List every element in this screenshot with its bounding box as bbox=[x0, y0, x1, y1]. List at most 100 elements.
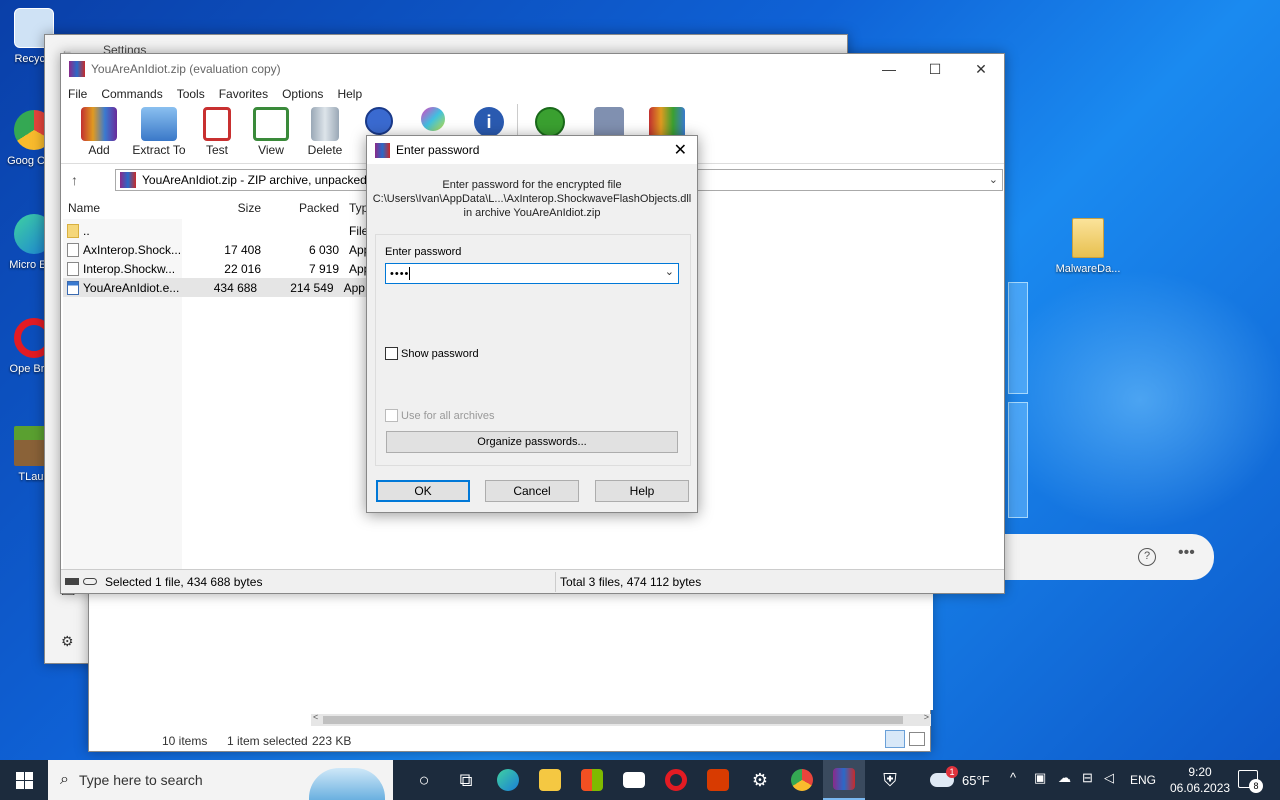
find-icon bbox=[365, 107, 393, 135]
file-packed: 214 549 bbox=[290, 280, 334, 295]
dialog-close-icon[interactable]: ✕ bbox=[674, 140, 687, 160]
taskbar-chrome[interactable] bbox=[781, 760, 823, 800]
cancel-button[interactable]: Cancel bbox=[485, 480, 579, 502]
info-button[interactable]: i bbox=[461, 104, 517, 139]
task-view-icon[interactable]: ⧉ bbox=[445, 760, 487, 800]
wizard-button[interactable] bbox=[405, 104, 461, 133]
edge-icon bbox=[497, 769, 519, 791]
menu-commands[interactable]: Commands bbox=[94, 87, 169, 101]
start-button[interactable] bbox=[0, 760, 48, 800]
delete-label: Delete bbox=[307, 143, 343, 157]
up-folder-icon[interactable]: ↑ bbox=[71, 172, 78, 188]
password-label: Enter password bbox=[385, 246, 462, 258]
file-row[interactable]: AxInterop.Shock... 17 408 6 030 App bbox=[63, 240, 379, 259]
menu-file[interactable]: File bbox=[61, 87, 94, 101]
taskbar-office[interactable] bbox=[697, 760, 739, 800]
maximize-button[interactable]: ☐ bbox=[912, 54, 958, 84]
dialog-app-icon bbox=[375, 142, 390, 158]
find-button[interactable] bbox=[353, 104, 405, 137]
help-icon[interactable]: ? bbox=[1138, 548, 1156, 566]
column-packed[interactable]: Packed bbox=[261, 201, 339, 215]
file-size: 22 016 bbox=[224, 261, 261, 276]
show-password-checkbox[interactable]: Show password bbox=[385, 347, 479, 360]
desktop-icon-label: MalwareDa... bbox=[1055, 263, 1121, 275]
meet-now-icon[interactable]: ▣ bbox=[1034, 770, 1046, 786]
scroll-right-icon[interactable]: > bbox=[924, 712, 929, 722]
file-packed: 7 919 bbox=[308, 261, 339, 276]
key-icon bbox=[83, 578, 97, 585]
organize-passwords-button[interactable]: Organize passwords... bbox=[386, 431, 678, 453]
close-button[interactable]: ✕ bbox=[958, 54, 1004, 84]
search-highlight-image bbox=[309, 768, 385, 800]
weather-widget[interactable]: 1 65°F bbox=[930, 760, 990, 800]
taskbar-settings[interactable]: ⚙ bbox=[739, 760, 781, 800]
virus-scan-button[interactable] bbox=[517, 104, 581, 139]
view-button[interactable]: View bbox=[245, 104, 297, 157]
menu-tools[interactable]: Tools bbox=[170, 87, 212, 101]
scroll-left-icon[interactable]: < bbox=[313, 712, 318, 722]
password-input[interactable]: •••• ⌄ bbox=[385, 263, 679, 284]
password-dropdown-icon[interactable]: ⌄ bbox=[665, 265, 674, 278]
folder-icon bbox=[1072, 218, 1104, 258]
menu-options[interactable]: Options bbox=[275, 87, 330, 101]
clock-date: 06.06.2023 bbox=[1170, 781, 1231, 795]
extract-to-button[interactable]: Extract To bbox=[129, 104, 189, 157]
taskbar-mail[interactable] bbox=[613, 760, 655, 800]
use-for-all-checkbox[interactable]: Use for all archives bbox=[385, 409, 495, 422]
test-icon bbox=[203, 107, 231, 141]
winrar-title: YouAreAnIdiot.zip (evaluation copy) bbox=[91, 62, 281, 76]
volume-icon[interactable]: ◁ bbox=[1104, 770, 1114, 786]
horizontal-scrollbar[interactable]: < > bbox=[311, 712, 931, 726]
address-dropdown-icon[interactable]: ⌄ bbox=[989, 173, 998, 186]
ok-button[interactable]: OK bbox=[376, 480, 470, 502]
more-icon[interactable]: ••• bbox=[1178, 544, 1195, 562]
file-name: YouAreAnIdiot.e... bbox=[83, 280, 180, 295]
wizard-icon bbox=[421, 107, 445, 131]
taskbar-store[interactable] bbox=[571, 760, 613, 800]
minimize-button[interactable]: — bbox=[866, 54, 912, 84]
menu-favorites[interactable]: Favorites bbox=[212, 87, 275, 101]
add-button[interactable]: Add bbox=[69, 104, 129, 157]
extract-to-label: Extract To bbox=[132, 143, 186, 157]
add-label: Add bbox=[88, 143, 110, 157]
virus-scan-icon bbox=[534, 107, 565, 137]
task-view-cortana-icon[interactable]: ○ bbox=[403, 760, 445, 800]
winrar-app-icon bbox=[69, 61, 85, 77]
taskbar-file-explorer[interactable] bbox=[529, 760, 571, 800]
desktop-icon-malware-folder[interactable]: MalwareDa... bbox=[1052, 218, 1124, 276]
column-name[interactable]: Name bbox=[63, 201, 183, 215]
tiles-view-icon[interactable] bbox=[909, 732, 925, 746]
column-size[interactable]: Size bbox=[183, 201, 261, 215]
taskbar-opera[interactable] bbox=[655, 760, 697, 800]
onedrive-icon[interactable]: ☁ bbox=[1058, 770, 1071, 786]
show-password-label: Show password bbox=[401, 347, 479, 360]
file-row[interactable]: Interop.Shockw... 22 016 7 919 App bbox=[63, 259, 379, 278]
clock[interactable]: 9:20 06.06.2023 bbox=[1170, 764, 1230, 796]
use-for-all-label: Use for all archives bbox=[401, 409, 495, 422]
language-indicator[interactable]: ENG bbox=[1130, 773, 1156, 787]
details-view-icon[interactable] bbox=[885, 730, 905, 748]
taskbar-edge[interactable] bbox=[487, 760, 529, 800]
network-icon[interactable]: ⊟ bbox=[1082, 770, 1093, 786]
scrollbar-thumb[interactable] bbox=[323, 716, 903, 724]
notification-center-icon[interactable]: 8 bbox=[1238, 770, 1263, 793]
menu-help[interactable]: Help bbox=[330, 87, 369, 101]
search-box[interactable]: ⌕ Type here to search bbox=[48, 760, 393, 800]
drive-icon bbox=[65, 578, 79, 585]
taskbar-security[interactable]: ⛨ bbox=[869, 760, 911, 800]
taskbar-winrar[interactable] bbox=[823, 760, 865, 800]
delete-button[interactable]: Delete bbox=[297, 104, 353, 157]
help-button[interactable]: Help bbox=[595, 480, 689, 502]
file-row[interactable]: .. File bbox=[63, 221, 379, 240]
file-packed: 6 030 bbox=[308, 242, 339, 257]
winrar-titlebar: YouAreAnIdiot.zip (evaluation copy) — ☐ … bbox=[61, 54, 1004, 84]
file-name: AxInterop.Shock... bbox=[83, 242, 182, 257]
dialog-info: Enter password for the encrypted file C:… bbox=[367, 178, 697, 220]
test-button[interactable]: Test bbox=[189, 104, 245, 157]
search-placeholder: Type here to search bbox=[78, 772, 203, 788]
show-hidden-icons-icon[interactable]: ^ bbox=[1010, 770, 1016, 785]
clock-time: 9:20 bbox=[1188, 765, 1212, 779]
file-row-selected[interactable]: YouAreAnIdiot.e... 434 688 214 549 App bbox=[63, 278, 373, 297]
folder-icon bbox=[67, 223, 79, 238]
sidebar-icon[interactable]: ⚙ bbox=[61, 633, 74, 650]
